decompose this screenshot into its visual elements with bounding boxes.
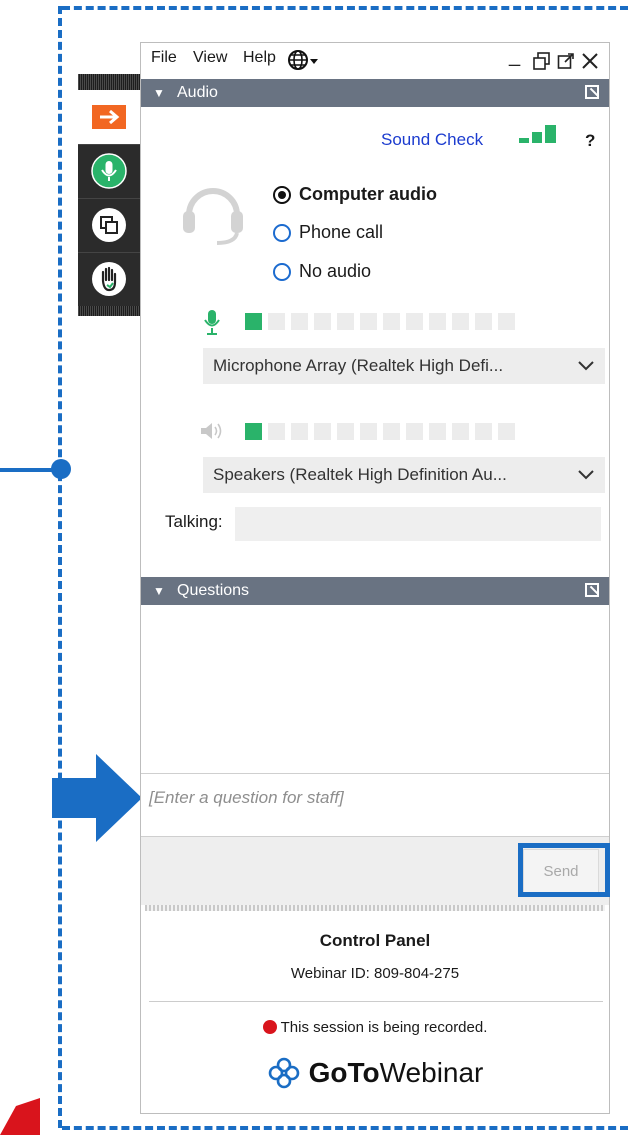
- language-globe-icon[interactable]: [287, 49, 319, 71]
- meter-segment: [429, 423, 446, 440]
- meter-segment: [268, 423, 285, 440]
- meter-segment: [429, 313, 446, 330]
- annotation-connector-dot: [51, 459, 71, 479]
- undock-section-icon[interactable]: [585, 583, 599, 597]
- webinar-id: Webinar ID: 809-804-275: [290, 965, 460, 982]
- restore-window-icon[interactable]: [533, 52, 551, 70]
- meter-segment: [245, 423, 262, 440]
- microphone-select[interactable]: Microphone Array (Realtek High Defi...: [203, 348, 605, 384]
- chevron-down-icon: [578, 361, 594, 371]
- meter-segment: [406, 423, 423, 440]
- microphone-icon: [91, 153, 127, 189]
- meter-segment: [337, 423, 354, 440]
- arrow-right-icon: [92, 105, 126, 129]
- audio-section-title: Audio: [177, 84, 218, 101]
- recording-dot-icon: [262, 1020, 277, 1034]
- annotation-arrow-icon: [52, 754, 142, 842]
- radio-phone-call[interactable]: [273, 223, 291, 242]
- talking-label: Talking:: [165, 512, 223, 531]
- meter-segment: [291, 423, 308, 440]
- audio-option-computer[interactable]: Computer audio: [273, 184, 437, 205]
- meter-segment: [475, 423, 492, 440]
- meter-segment: [498, 423, 515, 440]
- gotowebinar-logo: GoTo Webinar: [141, 1051, 609, 1095]
- talking-indicator: [235, 507, 601, 541]
- collapse-triangle-icon: ▼: [153, 86, 165, 100]
- meter-segment: [291, 313, 308, 330]
- annotation-send-highlight: [518, 843, 610, 897]
- audio-toggle-button[interactable]: [78, 144, 140, 199]
- annotation-red-corner-mark: [0, 1098, 40, 1135]
- meter-segment: [245, 313, 262, 330]
- audio-option-phone[interactable]: Phone call: [273, 222, 383, 243]
- meter-segment: [314, 313, 331, 330]
- gotowebinar-flower-icon: [268, 1057, 299, 1089]
- headset-icon: [183, 188, 243, 245]
- microphone-level-meter: [245, 313, 515, 330]
- side-toolbar: [78, 74, 140, 316]
- question-input[interactable]: [Enter a question for staff]: [141, 773, 609, 837]
- gotowebinar-control-panel: File View Help _ ▼ Audio Sound Check ? C…: [140, 42, 610, 1114]
- menu-view[interactable]: View: [193, 49, 227, 67]
- control-panel-title: Control Panel: [319, 931, 431, 950]
- speaker-select[interactable]: Speakers (Realtek High Definition Au...: [203, 457, 605, 493]
- meter-segment: [360, 423, 377, 440]
- recording-notice: This session is being recorded.: [141, 1019, 609, 1036]
- annotation-dashed-border-left: [58, 6, 62, 1128]
- meter-segment: [383, 313, 400, 330]
- questions-section-header[interactable]: ▼ Questions: [141, 577, 609, 605]
- questions-log: [141, 605, 609, 773]
- speaker-level-meter: [245, 423, 515, 440]
- questions-section-title: Questions: [177, 582, 250, 599]
- microphone-level-icon: [204, 310, 220, 335]
- menu-file[interactable]: File: [151, 49, 177, 67]
- popout-window-icon[interactable]: [557, 52, 575, 70]
- minimize-icon[interactable]: _: [509, 45, 520, 68]
- annotation-dashed-border-top: [62, 6, 628, 10]
- footer-divider: [149, 1001, 603, 1002]
- collapse-panel-button[interactable]: [78, 90, 140, 145]
- speaker-select-value: Speakers (Realtek High Definition Au...: [213, 465, 507, 484]
- meter-segment: [498, 313, 515, 330]
- meter-segment: [475, 313, 492, 330]
- meter-segment: [314, 423, 331, 440]
- toolbar-grip-top[interactable]: [78, 74, 140, 90]
- undock-section-icon[interactable]: [585, 85, 599, 99]
- meter-segment: [452, 423, 469, 440]
- screens-icon: [92, 208, 126, 242]
- audio-help-icon[interactable]: ?: [585, 131, 595, 151]
- meter-segment: [406, 313, 423, 330]
- radio-computer-audio[interactable]: [273, 185, 291, 204]
- menu-help[interactable]: Help: [243, 49, 276, 67]
- meter-segment: [452, 313, 469, 330]
- menu-bar: File View Help _: [141, 43, 609, 77]
- chevron-down-icon: [578, 470, 594, 480]
- toolbar-grip-bottom[interactable]: [78, 306, 140, 316]
- audio-section-header[interactable]: ▼ Audio: [141, 79, 609, 107]
- annotation-dashed-border-bottom: [62, 1126, 628, 1130]
- logo-bold-text: GoTo: [308, 1057, 380, 1088]
- close-icon[interactable]: [581, 52, 599, 70]
- raise-hand-button[interactable]: [78, 252, 140, 307]
- meter-segment: [383, 423, 400, 440]
- audio-option-label: No audio: [299, 261, 372, 281]
- speaker-icon: [201, 423, 222, 439]
- signal-strength-icon: [519, 125, 556, 143]
- sound-check-link[interactable]: Sound Check: [381, 130, 483, 150]
- screen-viewer-button[interactable]: [78, 198, 140, 253]
- audio-option-label: Phone call: [299, 222, 384, 242]
- logo-light-text: Webinar: [379, 1057, 484, 1088]
- audio-option-label: Computer audio: [299, 184, 437, 204]
- radio-no-audio[interactable]: [273, 262, 291, 281]
- collapse-triangle-icon: ▼: [153, 584, 165, 598]
- meter-segment: [360, 313, 377, 330]
- audio-option-none[interactable]: No audio: [273, 261, 371, 282]
- meter-segment: [337, 313, 354, 330]
- resize-grip[interactable]: [145, 905, 605, 911]
- microphone-select-value: Microphone Array (Realtek High Defi...: [213, 356, 504, 375]
- meter-segment: [268, 313, 285, 330]
- recording-notice-text: This session is being recorded.: [280, 1019, 488, 1036]
- raise-hand-icon: [92, 262, 126, 296]
